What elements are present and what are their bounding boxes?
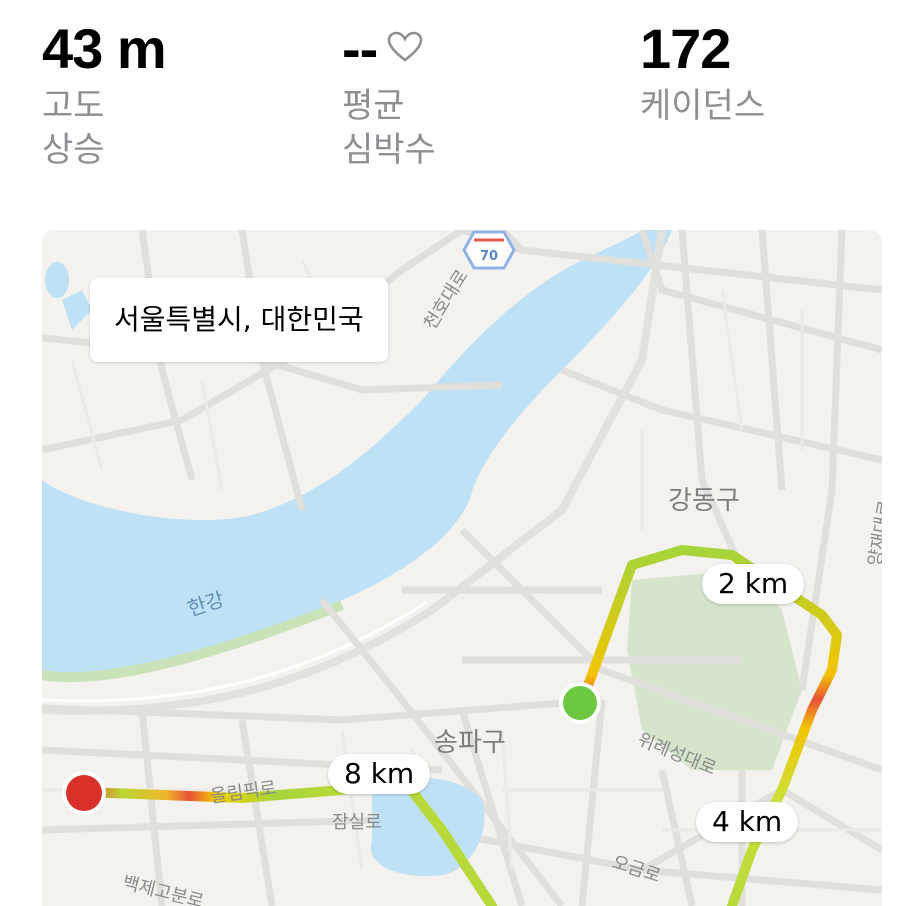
- avg-heart-rate-label-line1: 평균: [342, 86, 405, 126]
- elevation-gain-value: 43 m: [42, 17, 167, 80]
- highway-shield-icon: 70: [462, 230, 516, 270]
- elevation-gain-label-line1: 고도: [42, 86, 105, 126]
- road-label-jamsil-ro: 잠실로: [332, 812, 382, 833]
- route-start-marker[interactable]: [563, 686, 597, 720]
- pond: [62, 290, 92, 330]
- cadence-stat: 172 케이던스: [640, 14, 765, 128]
- distance-marker-8km: 8 km: [328, 754, 431, 794]
- avg-heart-rate-stat: -- 평균 심박수: [342, 14, 436, 172]
- cadence-value: 172: [640, 17, 731, 80]
- avg-heart-rate-value: --: [342, 17, 378, 80]
- distance-marker-2km: 2 km: [702, 564, 805, 604]
- elevation-gain-stat: 43 m 고도 상승: [42, 14, 167, 172]
- distance-marker-4km: 4 km: [696, 802, 799, 842]
- highway-shield-number: 70: [480, 249, 498, 264]
- workout-stats: 43 m 고도 상승 -- 평균 심박수 172 케이던스: [0, 0, 918, 200]
- route-map[interactable]: 70 서울특별시, 대한민국 강동구 송파구 한강 올림픽로 잠실로 위례성대로…: [42, 230, 882, 906]
- district-label-songpa: 송파구: [434, 728, 506, 758]
- pond: [45, 262, 69, 298]
- district-label-gangdong: 강동구: [668, 486, 740, 516]
- heart-outline-icon: [387, 9, 423, 79]
- route-end-marker[interactable]: [66, 775, 102, 811]
- location-chip[interactable]: 서울특별시, 대한민국: [90, 278, 388, 362]
- cadence-label: 케이던스: [640, 86, 766, 126]
- elevation-gain-label-line2: 상승: [42, 130, 105, 170]
- avg-heart-rate-label-line2: 심박수: [342, 130, 436, 170]
